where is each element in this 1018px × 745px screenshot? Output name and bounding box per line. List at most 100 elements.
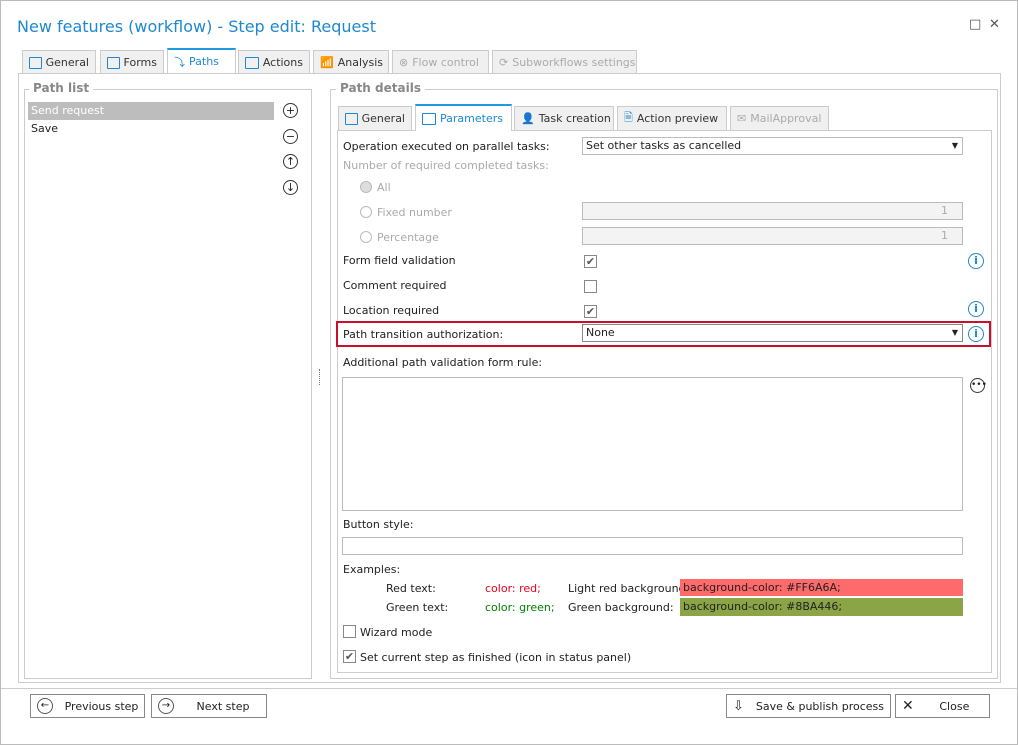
radio-fixed-number[interactable]	[360, 206, 372, 218]
window-icon	[29, 56, 42, 69]
close-window-button[interactable]: ✕	[989, 17, 1000, 32]
tab-label: General	[45, 56, 89, 69]
tab-subworkflows-settings[interactable]: ⟳ Subworkflows settings	[492, 50, 637, 74]
arrow-left-icon: ←	[37, 698, 53, 714]
tab-label: Flow control	[412, 56, 479, 69]
fixed-number-input[interactable]: 1	[582, 202, 963, 220]
button-style-label: Button style:	[343, 518, 414, 531]
button-label: Previous step	[64, 699, 139, 713]
add-path-button[interactable]: +	[283, 103, 298, 118]
user-icon: 👤	[521, 112, 535, 125]
paths-icon: ⤵	[174, 55, 185, 69]
maximize-button[interactable]: □	[969, 17, 981, 32]
location-required-label: Location required	[343, 304, 440, 317]
examples-label: Examples:	[343, 563, 401, 576]
tab-paths[interactable]: ⤵ Paths	[167, 48, 236, 73]
tab-label: Parameters	[440, 112, 503, 125]
path-details-title: Path details	[336, 81, 425, 95]
comment-required-label: Comment required	[343, 279, 447, 292]
additional-rule-label: Additional path validation form rule:	[343, 356, 543, 369]
tab-label: Forms	[123, 56, 157, 69]
chevron-down-icon: ▼	[951, 328, 958, 337]
set-finished-checkbox[interactable]: ✔	[343, 650, 356, 663]
green-text-label: Green text:	[386, 601, 449, 614]
remove-path-button[interactable]: −	[283, 129, 298, 144]
chevron-down-icon: ▼	[951, 141, 958, 150]
radio-percentage[interactable]	[360, 231, 372, 243]
percentage-input[interactable]: 1	[582, 227, 963, 245]
close-button[interactable]: ✕ Close	[895, 694, 990, 718]
tab-actions[interactable]: Actions	[238, 50, 310, 74]
tab-flow-control[interactable]: ⊗ Flow control	[392, 50, 489, 74]
operation-select[interactable]: Set other tasks as cancelled ▼	[582, 137, 963, 155]
subtab-parameters[interactable]: Parameters	[415, 104, 512, 131]
tab-analysis[interactable]: 📶 Analysis	[313, 50, 389, 74]
green-bg-label: Green background:	[568, 601, 674, 614]
move-up-button[interactable]: ↑	[283, 154, 298, 169]
red-text-code: color: red;	[485, 582, 541, 595]
selected-value: None	[586, 326, 615, 339]
light-red-code: background-color: #FF6A6A;	[680, 579, 963, 596]
form-validation-checkbox[interactable]: ✔	[584, 255, 597, 268]
required-tasks-label: Number of required completed tasks:	[343, 159, 549, 172]
location-required-checkbox[interactable]: ✔	[584, 305, 597, 318]
subtab-general[interactable]: General	[338, 106, 412, 130]
window-title: New features (workflow) - Step edit: Req…	[17, 17, 376, 36]
download-icon: ⇩	[733, 698, 744, 714]
operation-label: Operation executed on parallel tasks:	[343, 140, 550, 153]
tab-label: Action preview	[636, 112, 719, 125]
light-red-label: Light red background:	[568, 582, 690, 595]
radio-fixed-label: Fixed number	[377, 206, 452, 219]
subtab-mailapproval[interactable]: ✉ MailApproval	[730, 106, 829, 130]
more-options-icon[interactable]: •••	[970, 378, 987, 393]
subtab-action-preview[interactable]: 🗎 Action preview	[617, 106, 727, 130]
set-finished-label: Set current step as finished (icon in st…	[360, 651, 632, 664]
tab-label: Subworkflows settings	[512, 56, 636, 69]
tab-label: Analysis	[337, 56, 384, 69]
form-icon	[107, 56, 120, 69]
green-bg-code: background-color: #8BA446;	[680, 598, 963, 616]
document-icon: 🗎	[624, 111, 633, 124]
radio-all[interactable]	[360, 181, 372, 193]
splitter-handle[interactable]	[319, 369, 320, 385]
wizard-mode-label: Wizard mode	[360, 626, 433, 639]
parameters-icon	[422, 112, 436, 125]
actions-icon	[245, 56, 259, 69]
close-icon: ✕	[902, 698, 914, 714]
move-down-button[interactable]: ↓	[283, 180, 298, 195]
selected-value: Set other tasks as cancelled	[586, 139, 742, 152]
wizard-mode-checkbox[interactable]	[343, 625, 356, 638]
list-item[interactable]: Send request	[28, 102, 274, 120]
info-icon[interactable]: i	[968, 326, 984, 342]
previous-step-button[interactable]: ← Previous step	[30, 694, 145, 718]
mail-icon: ✉	[737, 112, 747, 125]
path-list-group	[24, 89, 312, 679]
red-text-label: Red text:	[386, 582, 436, 595]
tab-general[interactable]: General	[22, 50, 96, 74]
tab-label: General	[361, 112, 405, 125]
flow-control-icon: ⊗	[399, 56, 409, 69]
refresh-icon: ⟳	[499, 56, 509, 69]
green-text-code: color: green;	[485, 601, 555, 614]
window-icon	[345, 112, 358, 125]
radio-all-label: All	[377, 181, 391, 194]
info-icon[interactable]: i	[968, 301, 984, 317]
list-item[interactable]: Save	[28, 120, 274, 138]
additional-rule-textarea[interactable]	[342, 377, 963, 511]
tab-forms[interactable]: Forms	[100, 50, 164, 74]
save-publish-button[interactable]: ⇩ Save & publish process	[726, 694, 891, 718]
info-icon[interactable]: i	[968, 253, 984, 269]
comment-required-checkbox[interactable]	[584, 280, 597, 293]
button-label: Save & publish process	[755, 699, 884, 713]
next-step-button[interactable]: → Next step	[151, 694, 267, 718]
button-label: Next step	[196, 699, 250, 713]
footer-divider	[1, 688, 1018, 689]
chart-icon: 📶	[320, 56, 334, 69]
subtab-task-creation[interactable]: 👤 Task creation	[514, 106, 614, 130]
button-style-input[interactable]	[342, 537, 963, 555]
path-list-title: Path list	[29, 81, 94, 95]
tab-label: Paths	[189, 55, 219, 68]
path-authorization-label: Path transition authorization:	[343, 328, 504, 341]
path-authorization-select[interactable]: None ▼	[582, 324, 963, 342]
button-label: Close	[939, 699, 970, 713]
